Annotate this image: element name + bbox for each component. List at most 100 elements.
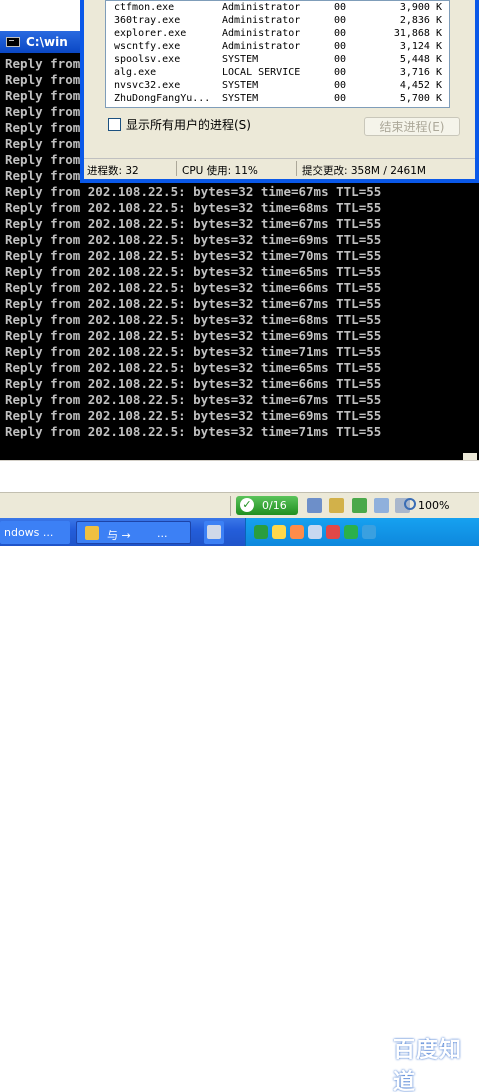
- console-icon: [6, 37, 20, 47]
- zone-count: 0/16: [262, 499, 287, 512]
- process-row[interactable]: explorer.exe Administrator 00 31,868 K: [106, 27, 449, 40]
- process-row[interactable]: spoolsv.exe SYSTEM 00 5,448 K: [106, 53, 449, 66]
- desktop-area: [0, 0, 86, 32]
- cmd-title-bar[interactable]: C:\win: [0, 31, 86, 53]
- show-all-users-checkbox[interactable]: [108, 118, 121, 131]
- zoom-level[interactable]: 100%: [418, 499, 449, 512]
- tray-360-icon[interactable]: [344, 525, 358, 539]
- process-row[interactable]: alg.exe LOCAL SERVICE 00 3,716 K: [106, 66, 449, 79]
- process-cpu: 00: [334, 93, 347, 104]
- taskbar-button-label: 与 →: [107, 529, 131, 542]
- commit-charge: 提交更改: 358M / 2461M: [302, 165, 426, 177]
- qq-icon[interactable]: [272, 525, 286, 539]
- process-name: ZhuDongFangYu...: [114, 93, 211, 104]
- process-user: Administrator: [222, 28, 301, 39]
- check-icon: ✓: [240, 498, 254, 512]
- process-cpu: 00: [334, 67, 347, 78]
- process-user: Administrator: [222, 15, 301, 26]
- status-divider: [296, 161, 297, 176]
- process-cpu: 00: [334, 41, 347, 52]
- taskbar-button-ellipsis: ...: [157, 527, 168, 540]
- taskbar-button-keyboard[interactable]: [204, 521, 224, 544]
- process-name: explorer.exe: [114, 28, 187, 39]
- process-mem: 5,448 K: [399, 54, 442, 65]
- cmd-title: C:\win: [26, 35, 68, 49]
- tray-shield-icon[interactable]: [290, 525, 304, 539]
- scrollbar-corner: [462, 461, 479, 493]
- console-line: Reply from 202.108.22.5: bytes=32 time=6…: [5, 216, 382, 231]
- process-name: alg.exe: [114, 67, 157, 78]
- process-cpu: 00: [334, 28, 347, 39]
- taskbar-button-chat[interactable]: 与 → ...: [76, 521, 191, 544]
- process-row[interactable]: ZhuDongFangYu... SYSTEM 00 5,700 K: [106, 92, 449, 105]
- process-mem: 4,452 K: [399, 80, 442, 91]
- process-name: wscntfy.exe: [114, 41, 181, 52]
- process-cpu: 00: [334, 15, 347, 26]
- security-zone-indicator[interactable]: ✓ 0/16: [236, 496, 298, 515]
- console-line: Reply from 202.108.22.5: bytes=32 time=7…: [5, 424, 382, 439]
- app-icon: [85, 526, 99, 540]
- network-icon[interactable]: [307, 498, 322, 513]
- taskbar: ndows ... 与 → ... 百度知道: [0, 518, 479, 1092]
- task-manager-status-bar: 进程数: 32 CPU 使用: 11% 提交更改: 358M / 2461M: [84, 158, 475, 179]
- process-row[interactable]: nvsvc32.exe SYSTEM 00 4,452 K: [106, 79, 449, 92]
- console-line: Reply from 202.108.22.5: bytes=32 time=6…: [5, 296, 382, 311]
- tray-network-icon[interactable]: [308, 525, 322, 539]
- console-line: Reply from 202.108.22.5: bytes=32 time=6…: [5, 376, 382, 391]
- process-mem: 2,836 K: [399, 15, 442, 26]
- process-name: spoolsv.exe: [114, 54, 181, 65]
- certificate-icon[interactable]: [329, 498, 344, 513]
- baidu-zhidao-watermark: 百度知道: [393, 1038, 463, 1092]
- process-cpu: 00: [334, 54, 347, 65]
- zoom-icon[interactable]: [404, 498, 416, 510]
- process-user: SYSTEM: [222, 54, 259, 65]
- status-divider: [176, 161, 177, 176]
- process-mem: 3,900 K: [399, 2, 442, 13]
- show-all-users-label[interactable]: 显示所有用户的进程(S): [126, 116, 251, 133]
- console-line: Reply from 202.108.22.5: bytes=32 time=6…: [5, 264, 382, 279]
- process-cpu: 00: [334, 80, 347, 91]
- console-line: Reply from 202.108.22.5: bytes=32 time=6…: [5, 360, 382, 375]
- system-tray: [245, 518, 479, 546]
- grid-icon[interactable]: [374, 498, 389, 513]
- tray-volume-icon[interactable]: [362, 525, 376, 539]
- console-line: Reply from 202.108.22.5: bytes=32 time=6…: [5, 408, 382, 423]
- browser-status-bar: ✓ 0/16 100%: [0, 492, 479, 519]
- console-line: Reply from 202.108.22.5: bytes=32 time=6…: [5, 200, 382, 215]
- tray-security-icon[interactable]: [326, 525, 340, 539]
- tray-green-icon[interactable]: [254, 525, 268, 539]
- process-mem: 5,700 K: [399, 93, 442, 104]
- browser-content-bottom: [0, 460, 479, 493]
- process-mem: 3,716 K: [399, 67, 442, 78]
- download-icon[interactable]: [352, 498, 367, 513]
- process-user: Administrator: [222, 2, 301, 13]
- keyboard-icon: [207, 525, 221, 539]
- process-name: 360tray.exe: [114, 15, 181, 26]
- process-cpu: 00: [334, 2, 347, 13]
- console-line: Reply from 202.108.22.5: bytes=32 time=6…: [5, 392, 382, 407]
- process-row[interactable]: 360tray.exe Administrator 00 2,836 K: [106, 14, 449, 27]
- process-mem: 3,124 K: [399, 41, 442, 52]
- console-line: Reply from 202.108.22.5: bytes=32 time=6…: [5, 184, 382, 199]
- console-line: Reply from 202.108.22.5: bytes=32 time=6…: [5, 280, 382, 295]
- end-process-button[interactable]: 结束进程(E): [364, 117, 460, 136]
- cpu-usage: CPU 使用: 11%: [182, 165, 258, 177]
- process-count: 进程数: 32: [87, 165, 139, 177]
- console-line: Reply from 202.108.22.5: bytes=32 time=6…: [5, 328, 382, 343]
- process-user: SYSTEM: [222, 93, 259, 104]
- process-mem: 31,868 K: [393, 28, 442, 39]
- console-line: Reply from 202.108.22.5: bytes=32 time=7…: [5, 248, 382, 263]
- console-line: Reply from 202.108.22.5: bytes=32 time=6…: [5, 312, 382, 327]
- process-list[interactable]: ctfmon.exe Administrator 00 3,900 K 360t…: [105, 0, 450, 108]
- process-user: LOCAL SERVICE: [222, 67, 301, 78]
- process-row[interactable]: wscntfy.exe Administrator 00 3,124 K: [106, 40, 449, 53]
- task-manager-panel: ctfmon.exe Administrator 00 3,900 K 360t…: [84, 0, 475, 179]
- process-name: ctfmon.exe: [114, 2, 175, 13]
- task-manager-window[interactable]: ctfmon.exe Administrator 00 3,900 K 360t…: [80, 0, 479, 183]
- taskbar-button-windows[interactable]: ndows ...: [0, 521, 70, 544]
- process-user: SYSTEM: [222, 80, 259, 91]
- process-name: nvsvc32.exe: [114, 80, 181, 91]
- console-line: Reply from 202.108.22.5: bytes=32 time=7…: [5, 344, 382, 359]
- status-divider: [230, 496, 231, 516]
- process-row[interactable]: ctfmon.exe Administrator 00 3,900 K: [106, 1, 449, 14]
